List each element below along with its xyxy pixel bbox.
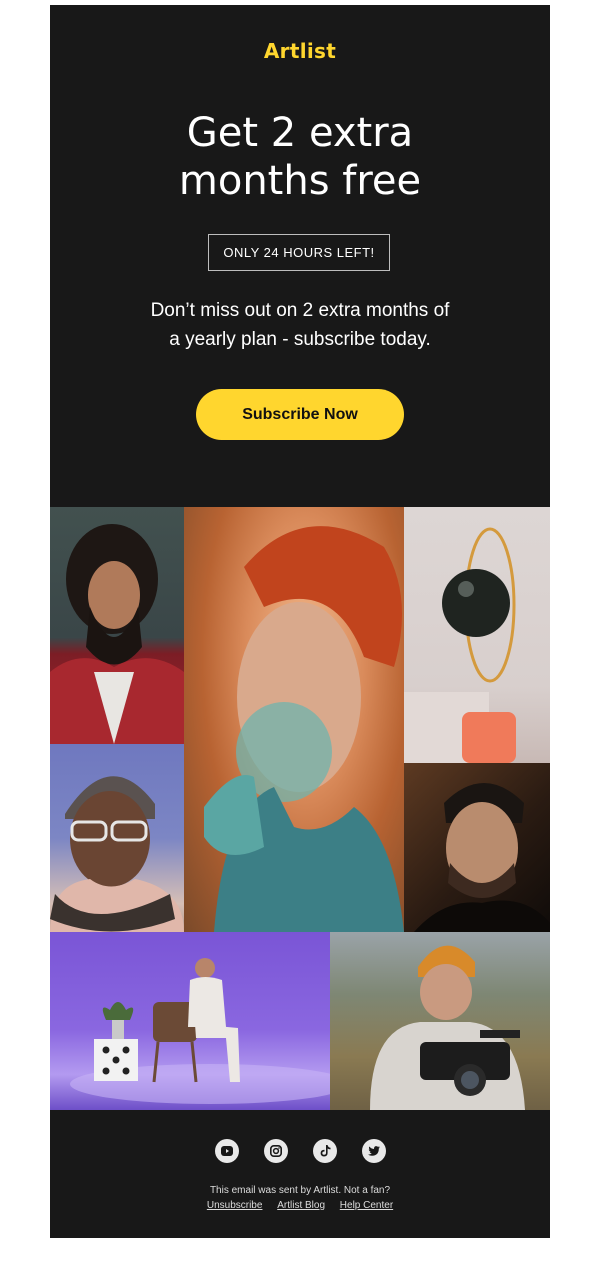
photo-man-beanie-glasses (50, 744, 184, 932)
photo-bearded-man-red-jacket (50, 507, 184, 744)
cameraman-illustration (370, 945, 525, 1110)
photo-man-dark-background (404, 763, 550, 932)
subscribe-now-button[interactable]: Subscribe Now (196, 389, 404, 440)
promo-line-2: a yearly plan - subscribe today. (169, 329, 431, 350)
artlist-logo[interactable]: Artlist (50, 39, 550, 63)
headline-line-2: months free (178, 158, 422, 204)
red-haired-woman-illustration (204, 526, 404, 932)
hero-section: Artlist Get 2 extra months free ONLY 24 … (50, 5, 550, 506)
sphere-sculpture-illustration (404, 527, 516, 763)
social-links (215, 1139, 386, 1164)
youtube-icon[interactable] (215, 1139, 239, 1163)
instagram-icon[interactable] (264, 1139, 288, 1163)
help-center-link[interactable]: Help Center (340, 1200, 393, 1211)
footer: This email was sent by Artlist. Not a fa… (50, 1110, 550, 1238)
photo-red-haired-woman (184, 507, 404, 932)
promo-line-1: Don’t miss out on 2 extra months of (150, 300, 450, 321)
unsubscribe-link[interactable]: Unsubscribe (207, 1200, 263, 1211)
man-beanie-illustration (50, 776, 184, 932)
photo-cameraman-orange-beanie (330, 932, 550, 1110)
promo-description: Don’t miss out on 2 extra months of a ye… (100, 296, 500, 354)
headline: Get 2 extra months free (50, 109, 550, 205)
man-dark-illustration (414, 783, 550, 932)
email-container: Artlist Get 2 extra months free ONLY 24 … (50, 5, 550, 1238)
photo-sphere-sculpture (404, 507, 550, 763)
sent-by-text: This email was sent by Artlist. Not a fa… (209, 1185, 391, 1196)
urgency-badge: ONLY 24 HOURS LEFT! (208, 234, 390, 271)
tiktok-icon[interactable] (313, 1139, 337, 1163)
photo-man-seated-purple-studio (50, 932, 330, 1110)
artlist-blog-link[interactable]: Artlist Blog (277, 1200, 325, 1211)
twitter-icon[interactable] (362, 1139, 386, 1163)
purple-studio-illustration (70, 958, 330, 1104)
footer-links: Unsubscribe Artlist Blog Help Center (50, 1198, 550, 1213)
bearded-man-illustration (50, 524, 184, 744)
headline-line-1: Get 2 extra (186, 110, 414, 156)
